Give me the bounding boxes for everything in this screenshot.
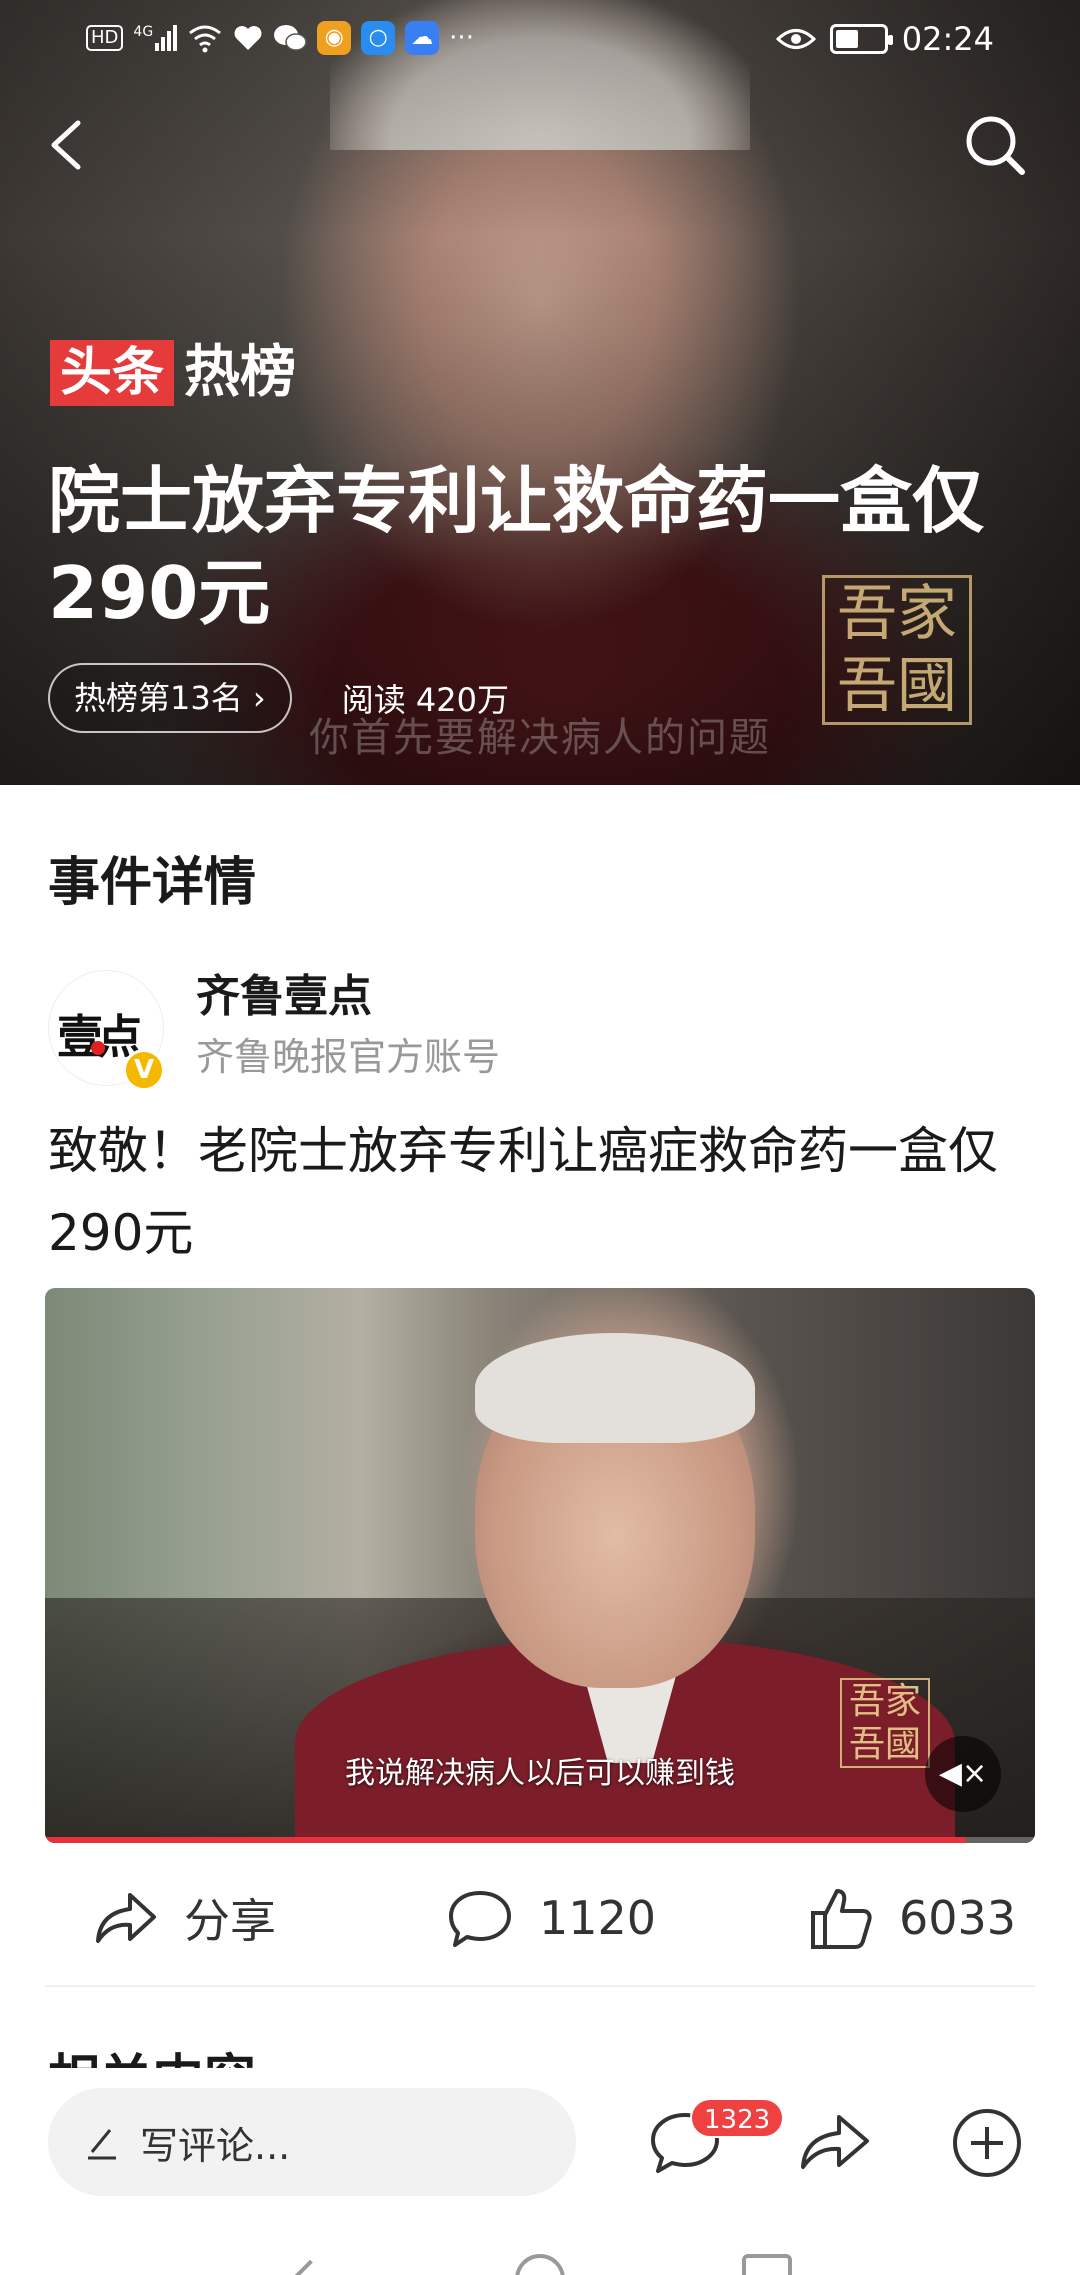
post-text[interactable]: 致敬！老院士放弃专利让癌症救命药一盒仅290元	[48, 1110, 1038, 1274]
author-description: 齐鲁晚报官方账号	[196, 1035, 501, 1079]
section-title: 事件详情	[48, 853, 257, 913]
author-row[interactable]: 壹点 V 齐鲁壹点 齐鲁晚报官方账号	[48, 960, 1028, 1091]
share-icon	[96, 1893, 156, 1943]
mute-icon[interactable]: ◀×	[925, 1736, 1001, 1812]
nav-home-icon[interactable]	[515, 2254, 565, 2275]
cloud-icon: ☁	[405, 21, 440, 55]
search-app-icon: ○	[361, 21, 396, 55]
share-button[interactable]: 分享	[90, 1868, 276, 1968]
nav-back-icon[interactable]	[281, 2259, 339, 2275]
status-bar-right: 02:24	[775, 20, 994, 58]
share-label: 分享	[184, 1894, 276, 1948]
brand-logo-text: 热榜	[184, 340, 297, 405]
status-bar: HD 4G ◉ ○ ☁ ··· 02:24	[0, 0, 1080, 80]
hero-meta: 热榜第13名 › 阅读 420万	[48, 663, 509, 733]
search-icon[interactable]	[960, 110, 1030, 180]
add-circle-icon[interactable]	[947, 2103, 1027, 2183]
battery-icon	[829, 24, 893, 54]
video-player[interactable]: 吾家 吾國 我说解决病人以后可以赚到钱 ◀×	[45, 1288, 1035, 1843]
author-name[interactable]: 齐鲁壹点	[196, 960, 372, 1024]
back-arrow-icon[interactable]	[40, 115, 100, 175]
comment-button[interactable]: 1120	[445, 1868, 656, 1968]
read-count: 阅读 420万	[341, 681, 509, 719]
hd-icon: HD	[86, 25, 124, 51]
thumbs-up-icon	[811, 1889, 872, 1949]
comment-placeholder: 写评论...	[140, 2123, 291, 2168]
bottom-comment-bar: 写评论... 1323	[0, 2068, 1080, 2218]
divider	[45, 1985, 1035, 1987]
wifi-icon	[189, 25, 222, 53]
related-section-title: 相关内容	[48, 2040, 256, 2070]
video-caption: 我说解决病人以后可以赚到钱	[345, 1756, 735, 1791]
rank-label: 热榜第13名	[74, 679, 243, 717]
wechat-icon	[274, 25, 307, 51]
network-label: 4G	[133, 24, 154, 40]
4g-signal-icon: 4G	[133, 24, 178, 51]
chevron-right-icon: ›	[252, 679, 266, 717]
action-bar: 分享 1120 6033	[45, 1868, 1035, 1968]
avatar-logo-text: 壹点	[57, 1010, 143, 1064]
system-navigation-bar	[0, 2218, 1080, 2275]
video-progress-bar[interactable]	[45, 1837, 1035, 1843]
comment-input[interactable]: 写评论...	[48, 2088, 576, 2196]
rank-pill-button[interactable]: 热榜第13名 ›	[48, 663, 292, 733]
toutiao-hot-list-logo: 头条 热榜	[50, 340, 296, 406]
pen-icon	[88, 2129, 116, 2160]
video-scene-hair	[475, 1333, 755, 1443]
like-button[interactable]: 6033	[805, 1868, 1016, 1968]
weibo-icon: ◉	[317, 21, 352, 55]
hero-title: 院士放弃专利让救命药一盒仅290元	[48, 459, 985, 635]
status-time: 02:24	[901, 20, 994, 58]
brand-logo-red: 头条	[50, 340, 175, 406]
avatar-logo-dot	[91, 1041, 105, 1055]
status-bar-left: HD 4G ◉ ○ ☁ ···	[86, 20, 474, 56]
comment-count-badge: 1323	[690, 2098, 785, 2138]
like-count: 6033	[899, 1891, 1017, 1945]
avatar[interactable]: 壹点 V	[48, 970, 165, 1091]
verified-badge-icon: V	[123, 1049, 165, 1091]
share-icon[interactable]	[795, 2103, 875, 2183]
comment-icon	[449, 1891, 511, 1947]
comment-count: 1120	[539, 1891, 657, 1945]
nav-recents-icon[interactable]	[742, 2254, 792, 2275]
more-dots-icon: ···	[449, 23, 474, 53]
eye-comfort-icon	[775, 29, 816, 49]
video-progress-fill	[45, 1837, 966, 1843]
health-icon	[234, 26, 262, 50]
